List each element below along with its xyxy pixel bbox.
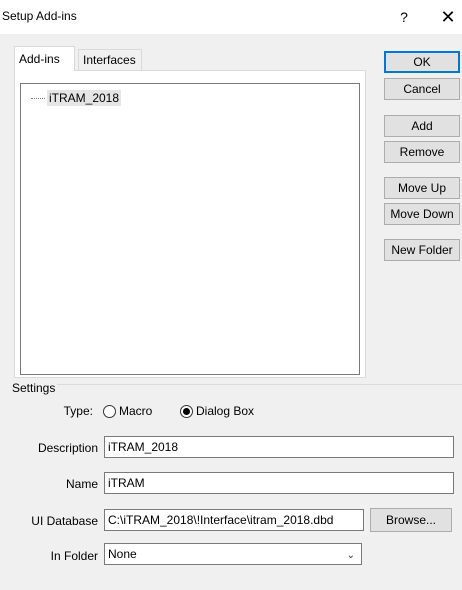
- tab-add-ins[interactable]: Add-ins: [14, 46, 75, 71]
- type-dialog-box-radio[interactable]: [180, 405, 193, 418]
- tree-item-itram-2018[interactable]: iTRAM_2018: [31, 90, 122, 106]
- type-label: Type:: [63, 404, 93, 418]
- window-title: Setup Add-ins: [2, 9, 77, 23]
- add-ins-tab-panel: iTRAM_2018: [14, 70, 366, 378]
- remove-button[interactable]: Remove: [384, 141, 460, 163]
- name-input[interactable]: iTRAM: [104, 472, 454, 494]
- new-folder-button[interactable]: New Folder: [384, 239, 460, 261]
- ui-database-input[interactable]: C:\iTRAM_2018\!Interface\itram_2018.dbd: [104, 509, 364, 531]
- tree-item-label: iTRAM_2018: [47, 90, 122, 106]
- close-button[interactable]: ✕: [436, 5, 460, 29]
- tree-connector: [31, 98, 45, 100]
- in-folder-selected-value: None: [108, 547, 137, 561]
- settings-group-label: Settings: [10, 381, 58, 395]
- type-dialog-box-label[interactable]: Dialog Box: [196, 404, 254, 418]
- help-button[interactable]: ?: [392, 5, 416, 29]
- ok-button[interactable]: OK: [384, 51, 460, 73]
- chevron-down-icon[interactable]: ⌄: [347, 546, 355, 564]
- browse-button[interactable]: Browse...: [370, 508, 452, 532]
- name-label: Name: [65, 477, 98, 491]
- move-up-button[interactable]: Move Up: [384, 177, 460, 199]
- tab-interfaces[interactable]: Interfaces: [78, 49, 142, 71]
- setup-addins-dialog: Setup Add-ins ? ✕ Interfaces Add-ins iTR…: [0, 0, 462, 590]
- title-bar: Setup Add-ins ? ✕: [0, 0, 462, 34]
- cancel-button[interactable]: Cancel: [384, 78, 460, 100]
- type-macro-radio[interactable]: [103, 405, 116, 418]
- add-button[interactable]: Add: [384, 115, 460, 137]
- type-macro-label[interactable]: Macro: [119, 404, 152, 418]
- in-folder-label: In Folder: [50, 549, 98, 563]
- ui-database-label: UI Database: [31, 514, 98, 528]
- description-label: Description: [37, 441, 98, 455]
- description-input[interactable]: iTRAM_2018: [104, 436, 454, 458]
- in-folder-select[interactable]: None ⌄: [104, 543, 362, 565]
- add-ins-tree[interactable]: iTRAM_2018: [20, 83, 360, 375]
- move-down-button[interactable]: Move Down: [384, 203, 460, 225]
